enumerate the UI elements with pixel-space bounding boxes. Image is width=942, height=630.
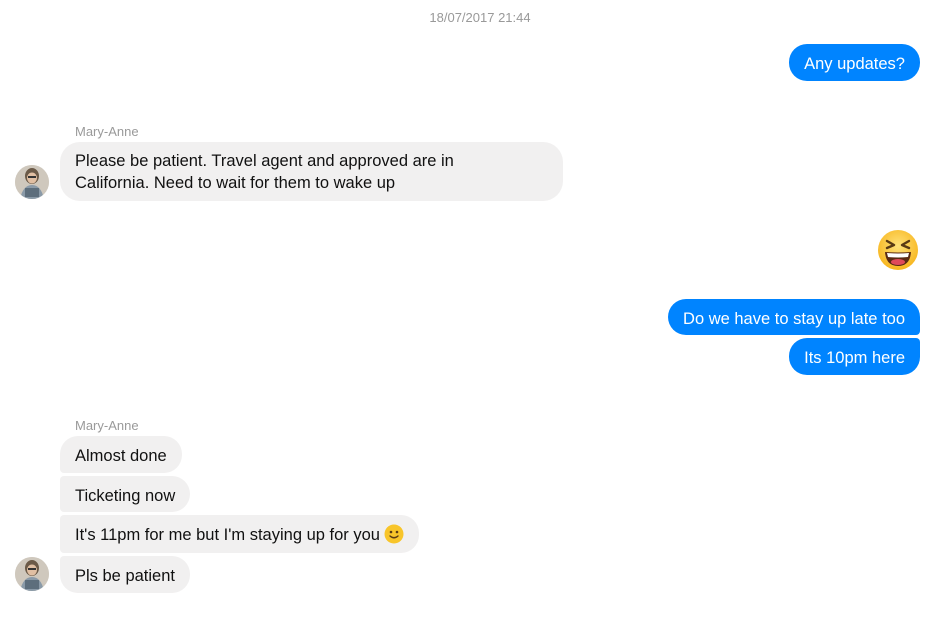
outgoing-message[interactable]: Its 10pm here — [789, 338, 920, 375]
contact-avatar[interactable] — [15, 165, 49, 199]
contact-avatar[interactable] — [15, 557, 49, 591]
message-line: Please be patient. Travel agent and appr… — [75, 152, 454, 170]
slightly-smiling-face-icon — [384, 524, 404, 550]
incoming-message[interactable]: Ticketing now — [60, 476, 191, 512]
outgoing-message[interactable]: Any updates? — [789, 44, 920, 81]
sender-name: Mary-Anne — [75, 124, 139, 139]
message-line: California. Need to wait for them to wak… — [75, 174, 396, 192]
outgoing-message[interactable]: Do we have to stay up late too — [668, 299, 920, 335]
sender-name: Mary-Anne — [75, 418, 139, 433]
incoming-message[interactable]: Almost done — [60, 436, 182, 473]
conversation-timestamp: 18/07/2017 21:44 — [429, 10, 531, 25]
incoming-message[interactable]: It's 11pm for me but I'm staying up for … — [60, 515, 419, 553]
incoming-message[interactable]: Pls be patient — [60, 556, 190, 593]
grinning-squinting-face-icon — [877, 229, 919, 276]
message-text: It's 11pm for me but I'm staying up for … — [75, 526, 380, 544]
incoming-message[interactable]: Please be patient. Travel agent and appr… — [60, 142, 563, 201]
